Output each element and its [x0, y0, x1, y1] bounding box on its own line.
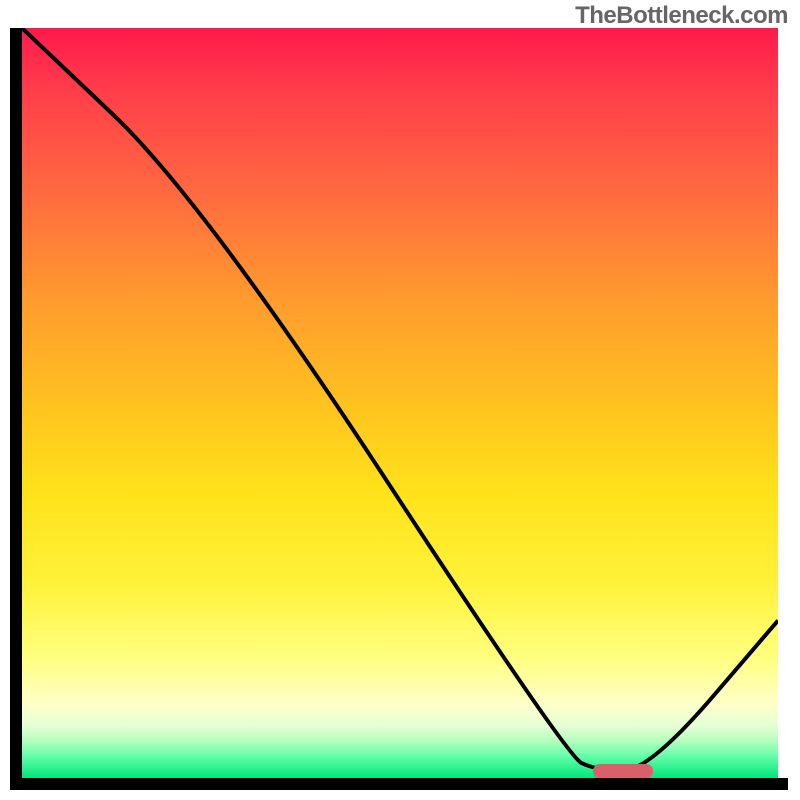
curve-path [22, 28, 778, 771]
plot-area [22, 28, 778, 778]
watermark-text: TheBottleneck.com [575, 2, 788, 30]
optimal-range-marker [593, 764, 654, 778]
chart-container: TheBottleneck.com [0, 0, 800, 800]
x-axis [10, 778, 788, 790]
bottleneck-curve [22, 28, 778, 778]
y-axis [10, 28, 22, 778]
